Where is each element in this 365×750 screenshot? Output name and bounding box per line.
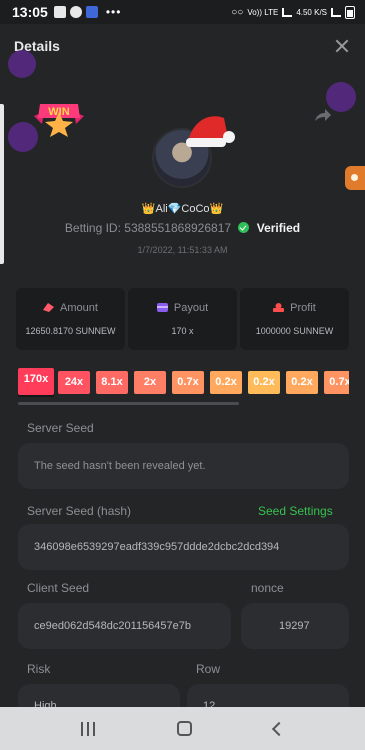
panel-header: Details: [14, 36, 351, 56]
details-panel: Details WIN 👑Ali💎CoCo👑 Betting ID: 53885…: [0, 24, 365, 730]
close-button[interactable]: [333, 37, 351, 55]
betting-id-value: 5388551868926817: [124, 221, 232, 235]
multiplier-cell: 0.2x: [248, 371, 280, 394]
server-seed-field[interactable]: The seed hasn't been revealed yet.: [18, 443, 349, 489]
verified-label: Verified: [256, 221, 301, 235]
verified-check-icon: [238, 222, 250, 233]
network-label: Vo)) LTE: [247, 7, 279, 17]
stat-value: 170 x: [171, 326, 194, 336]
profit-icon: [273, 303, 285, 312]
whatsapp-icon: [69, 6, 82, 18]
battery-icon: [345, 5, 355, 19]
recent-apps-icon[interactable]: [81, 721, 95, 736]
multiplier-strip[interactable]: 170x 24x 8.1x 2x 0.7x 0.2x 0.2x 0.2x 0.7…: [18, 368, 349, 398]
win-badge-icon: WIN: [34, 104, 84, 137]
bet-datetime: 1/7/2022, 11:51:33 AM: [137, 245, 228, 255]
client-seed-field[interactable]: ce9ed062d548dc201156457e7b: [18, 603, 231, 649]
multiplier-cell: 24x: [58, 371, 90, 394]
client-seed-label: Client Seed: [27, 581, 90, 595]
multiplier-cell: 170x: [18, 368, 54, 395]
stat-value: 1000000 SUNNEW: [255, 326, 334, 336]
screen: 13:05 ••• ○○ Vo)) LTE 4.50 K/S Details W…: [0, 0, 365, 750]
home-icon[interactable]: [177, 721, 192, 736]
seed-settings-link[interactable]: Seed Settings: [258, 504, 333, 518]
coins-icon: [43, 303, 55, 312]
betting-id-row: Betting ID: 5388551868926817 Verified: [0, 221, 365, 235]
android-nav-bar: [0, 707, 365, 750]
win-badge-text: WIN: [48, 106, 69, 118]
multiplier-cell: 0.2x: [210, 371, 242, 394]
stat-label: Payout: [128, 302, 237, 314]
wallet-icon: [156, 303, 168, 312]
multiplier-scrollbar[interactable]: [18, 402, 239, 405]
multiplier-cell: 0.7x: [324, 371, 349, 394]
server-seed-hash-field[interactable]: 346098e6539297eadf339c957ddde2dcbc2dcd39…: [18, 524, 349, 570]
side-handle[interactable]: [0, 104, 4, 264]
multiplier-cell: 2x: [134, 371, 166, 394]
status-bar: 13:05 ••• ○○ Vo)) LTE 4.50 K/S: [0, 0, 365, 24]
app-icon: [85, 6, 98, 18]
betting-id-label: Betting ID:: [64, 221, 121, 235]
signal-icon: [282, 7, 293, 17]
nonce-field[interactable]: 19297: [241, 603, 349, 649]
server-seed-hash-label: Server Seed (hash): [27, 504, 132, 518]
stat-card-payout: Payout 170 x: [128, 288, 237, 350]
status-right: ○○ Vo)) LTE 4.50 K/S: [231, 5, 355, 19]
status-time: 13:05: [12, 4, 48, 20]
share-icon[interactable]: [314, 108, 332, 122]
speed-label: 4.50 K/S: [296, 7, 327, 17]
stat-card-profit: Profit 1000000 SUNNEW: [240, 288, 349, 350]
server-seed-label: Server Seed: [27, 421, 94, 435]
more-notifications-icon: •••: [105, 5, 122, 19]
multiplier-cell: 0.7x: [172, 371, 204, 394]
nonce-label: nonce: [251, 581, 284, 595]
stat-card-amount: Amount 12650.8170 SUNNEW: [16, 288, 125, 350]
multiplier-cell: 8.1x: [96, 371, 128, 394]
risk-label: Risk: [27, 662, 51, 676]
gallery-icon: [53, 6, 66, 18]
back-icon[interactable]: [271, 721, 287, 736]
row-label: Row: [196, 662, 221, 676]
alarm-icon: ○○: [231, 6, 244, 18]
stat-value: 12650.8170 SUNNEW: [25, 326, 116, 336]
stat-label: Profit: [240, 302, 349, 314]
santa-hat-icon: [186, 116, 235, 147]
multiplier-cell: 0.2x: [286, 371, 318, 394]
signal2-icon: [331, 7, 341, 17]
side-float-button[interactable]: [345, 166, 365, 190]
floating-dot: [8, 50, 36, 78]
stat-label: Amount: [16, 302, 125, 314]
username: 👑Ali💎CoCo👑: [141, 203, 224, 215]
